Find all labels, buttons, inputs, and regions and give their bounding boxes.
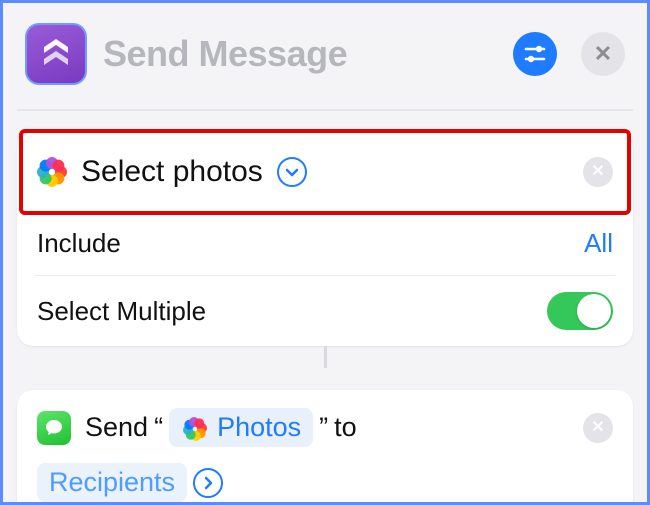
action-connector <box>17 346 633 368</box>
to-word: to <box>334 412 357 443</box>
photos-variable-token[interactable]: Photos <box>169 408 313 447</box>
sliders-icon <box>523 42 547 66</box>
close-quote: ” <box>319 412 328 443</box>
shortcuts-icon <box>25 23 87 85</box>
send-prefix: Send <box>85 412 148 443</box>
select-photos-action-card: Select photos ✕ Include All Select Multi… <box>17 133 633 346</box>
photos-icon <box>181 415 207 441</box>
clear-action-button[interactable]: ✕ <box>583 157 613 187</box>
select-photos-label: Select photos <box>81 155 263 189</box>
messages-icon <box>37 411 71 445</box>
send-message-action-card: Send “ Photos ” to ✕ Recipients <box>17 390 633 505</box>
clear-action-button[interactable]: ✕ <box>583 413 613 443</box>
select-multiple-label: Select Multiple <box>37 296 547 327</box>
settings-button[interactable] <box>513 32 557 76</box>
photos-icon <box>37 157 67 187</box>
recipients-token-label: Recipients <box>49 467 175 498</box>
shortcut-editor: Send Message ✕ Select photos <box>0 0 650 505</box>
expand-button[interactable] <box>277 157 307 187</box>
recipients-token[interactable]: Recipients <box>37 463 187 502</box>
include-value: All <box>584 228 613 259</box>
chevron-right-icon <box>200 475 216 491</box>
include-label: Include <box>37 228 584 259</box>
select-multiple-toggle[interactable] <box>547 292 613 330</box>
photos-token-label: Photos <box>217 412 301 443</box>
select-multiple-row: Select Multiple <box>17 276 633 346</box>
toggle-knob <box>577 294 611 328</box>
page-title: Send Message <box>103 33 497 75</box>
select-photos-row[interactable]: Select photos ✕ <box>23 133 627 211</box>
close-button[interactable]: ✕ <box>581 32 625 76</box>
reveal-button[interactable] <box>193 468 223 498</box>
close-icon: ✕ <box>594 43 612 65</box>
clear-icon: ✕ <box>591 164 604 180</box>
include-row[interactable]: Include All <box>17 212 633 275</box>
clear-icon: ✕ <box>591 420 604 436</box>
header-bar: Send Message ✕ <box>17 17 633 111</box>
send-message-row: Send “ Photos ” to ✕ Recipients <box>17 390 633 505</box>
chevron-down-icon <box>284 164 300 180</box>
open-quote: “ <box>154 412 163 443</box>
